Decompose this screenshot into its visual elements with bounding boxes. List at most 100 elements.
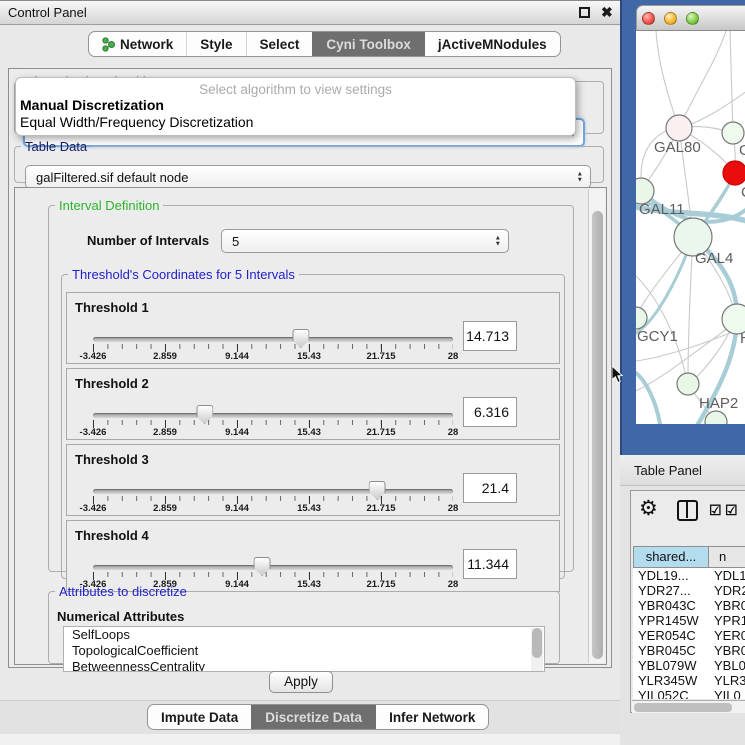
table-data-value: galFiltered.sif default node <box>36 166 188 189</box>
gear-icon[interactable]: ⚙ <box>639 496 658 521</box>
cyni-toolbox-panel: Discretization Algorithm ▲ ▼ Select algo… <box>8 68 612 668</box>
dropdown-option-manual[interactable]: Manual Discretization <box>16 97 575 114</box>
threshold-1-value-field[interactable]: 14.713 <box>463 321 517 351</box>
scrollbar-thumb[interactable] <box>532 628 542 658</box>
node-red <box>723 161 745 185</box>
numerical-attributes-list[interactable]: SelfLoops TopologicalCoefficient Between… <box>63 626 545 672</box>
table-row[interactable]: YER054CYER0 <box>633 628 745 643</box>
thresholds-fieldset: Threshold's Coordinates for 5 Intervals … <box>61 267 565 579</box>
node-hap2 <box>677 373 699 395</box>
tab-impute-data[interactable]: Impute Data <box>148 705 251 729</box>
network-window-frame: GAL80 GA C GAL11 GAL4 GCY1 H HAP2 <box>620 0 745 455</box>
list-scrollbar[interactable] <box>531 628 543 672</box>
bottom-filler <box>0 734 620 745</box>
table-panel: ⚙ ☑ ☑ shared... n YDL19...YDL1 YDR27...Y… <box>630 490 745 713</box>
combo-arrows-icon: ▲ ▼ <box>577 172 583 183</box>
table-row[interactable]: YIL052CYIL0 <box>633 688 745 699</box>
tab-network[interactable]: Network <box>89 32 186 56</box>
node-label-gal4: GAL4 <box>695 250 733 267</box>
close-icon[interactable]: ✖ <box>601 4 613 21</box>
control-panel: Control Panel ✖ Network Style Select Cyn… <box>0 0 620 745</box>
table-row[interactable]: YBR043CYBR0 <box>633 598 745 613</box>
slider-tick-labels: -3.426 2.859 9.144 15.43 21.715 28 <box>93 351 453 363</box>
slider-tick-labels: -3.426 2.859 9.144 15.43 21.715 28 <box>93 427 453 439</box>
threshold-3-panel: Threshold 3 -3.426 2.859 9.144 15.43 21.… <box>66 444 560 516</box>
table-row[interactable]: YDR27...YDR2 <box>633 583 745 598</box>
node-label-hap2: HAP2 <box>699 395 738 412</box>
scrollbar-thumb[interactable] <box>592 211 603 659</box>
threshold-2-panel: Threshold 2 -3.426 2.859 9.144 15.43 21.… <box>66 368 560 440</box>
table-data-fieldset: Table Data galFiltered.sif default node … <box>14 139 604 183</box>
threshold-1-panel: Threshold 1 -3.426 2.859 9.144 15.43 21.… <box>66 292 560 364</box>
slider-tick-labels: -3.426 2.859 9.144 15.43 21.715 28 <box>93 503 453 515</box>
network-view-canvas[interactable]: GAL80 GA C GAL11 GAL4 GCY1 H HAP2 <box>636 31 745 424</box>
zoom-traffic-light[interactable] <box>686 12 699 25</box>
tab-style[interactable]: Style <box>186 32 245 56</box>
panel-title: Control Panel <box>8 5 87 20</box>
node-top-right <box>722 122 744 144</box>
dropdown-placeholder: Select algorithm to view settings <box>16 82 575 97</box>
number-of-intervals-spinner[interactable]: 5 ▲ ▼ <box>221 229 509 253</box>
column-header-shared[interactable]: shared... <box>633 546 709 568</box>
settings-vertical-scrollbar[interactable] <box>588 189 605 663</box>
threshold-4-value-field[interactable]: 11.344 <box>463 549 517 579</box>
table-data-legend: Table Data <box>21 139 91 154</box>
number-of-intervals-label: Number of Intervals <box>87 233 209 248</box>
control-panel-titlebar: Control Panel ✖ <box>0 0 620 25</box>
list-item[interactable]: TopologicalCoefficient <box>64 643 544 659</box>
threshold-2-value-field[interactable]: 6.316 <box>463 397 517 427</box>
attributes-legend: Attributes to discretize <box>55 584 191 599</box>
bottom-tab-group: Impute Data Discretize Data Infer Networ… <box>147 704 489 730</box>
interval-definition-legend: Interval Definition <box>55 198 163 213</box>
table-row[interactable]: YLR345WYLR3 <box>633 673 745 688</box>
right-region: GAL80 GA C GAL11 GAL4 GCY1 H HAP2 Table … <box>620 0 745 745</box>
column-header-name[interactable]: n <box>709 546 745 568</box>
threshold-4-panel: Threshold 4 -3.426 2.859 9.144 15.43 21.… <box>66 520 560 592</box>
float-window-icon[interactable] <box>579 7 590 18</box>
node-gal80 <box>666 115 692 141</box>
node-label-h: H <box>740 330 745 347</box>
node-label-gcy1: GCY1 <box>637 328 678 345</box>
dropdown-option-equal-width[interactable]: Equal Width/Frequency Discretization <box>16 114 575 131</box>
table-row[interactable]: YBL079WYBL0 <box>633 658 745 673</box>
close-traffic-light[interactable] <box>642 12 655 25</box>
table-row[interactable]: YBR045CYBR0 <box>633 643 745 658</box>
numerical-attributes-label: Numerical Attributes <box>57 609 184 624</box>
threshold-3-slider[interactable] <box>93 489 453 494</box>
tab-jactivemnodules[interactable]: jActiveMNodules <box>424 32 560 56</box>
minimize-traffic-light[interactable] <box>664 12 677 25</box>
node-label-gal80: GAL80 <box>654 139 701 156</box>
table-row[interactable]: YDL19...YDL1 <box>633 568 745 583</box>
scrollbar-thumb[interactable] <box>634 703 732 712</box>
checked-checkbox-icon[interactable]: ☑ <box>725 502 738 519</box>
apply-button[interactable]: Apply <box>269 671 333 693</box>
list-item[interactable]: SelfLoops <box>64 627 544 643</box>
network-graph: GAL80 GA C GAL11 GAL4 GCY1 H HAP2 <box>636 31 745 424</box>
node-label-gal11: GAL11 <box>639 201 685 218</box>
attributes-fieldset: Attributes to discretize Numerical Attri… <box>48 584 560 664</box>
threshold-2-label: Threshold 2 <box>75 376 149 391</box>
thresholds-legend: Threshold's Coordinates for 5 Intervals <box>68 267 299 282</box>
threshold-3-value-field[interactable]: 21.4 <box>463 473 517 503</box>
threshold-1-slider[interactable] <box>93 337 453 342</box>
threshold-4-label: Threshold 4 <box>75 528 149 543</box>
network-icon <box>102 37 115 52</box>
checked-checkbox-icon[interactable]: ☑ <box>709 502 722 519</box>
tab-infer-network[interactable]: Infer Network <box>375 705 488 729</box>
threshold-2-slider[interactable] <box>93 413 453 418</box>
tab-discretize-data[interactable]: Discretize Data <box>251 705 375 729</box>
tab-cyni-toolbox[interactable]: Cyni Toolbox <box>312 32 424 56</box>
interval-definition-fieldset: Interval Definition Number of Intervals … <box>48 198 574 572</box>
table-data-combobox[interactable]: galFiltered.sif default node ▲ ▼ <box>25 165 591 189</box>
network-window-titlebar[interactable] <box>636 5 745 31</box>
top-tab-group: Network Style Select Cyni Toolbox jActiv… <box>88 31 561 57</box>
mouse-cursor <box>612 366 624 384</box>
threshold-4-slider[interactable] <box>93 565 453 570</box>
table-row[interactable]: YPR145WYPR1 <box>633 613 745 628</box>
node-bottom <box>705 411 727 424</box>
algorithm-settings-box: Interval Definition Number of Intervals … <box>14 187 607 665</box>
table-horizontal-scrollbar[interactable] <box>632 700 745 713</box>
split-columns-icon[interactable] <box>677 500 698 521</box>
tab-select[interactable]: Select <box>246 32 313 56</box>
table-header-row: shared... n <box>633 546 745 568</box>
